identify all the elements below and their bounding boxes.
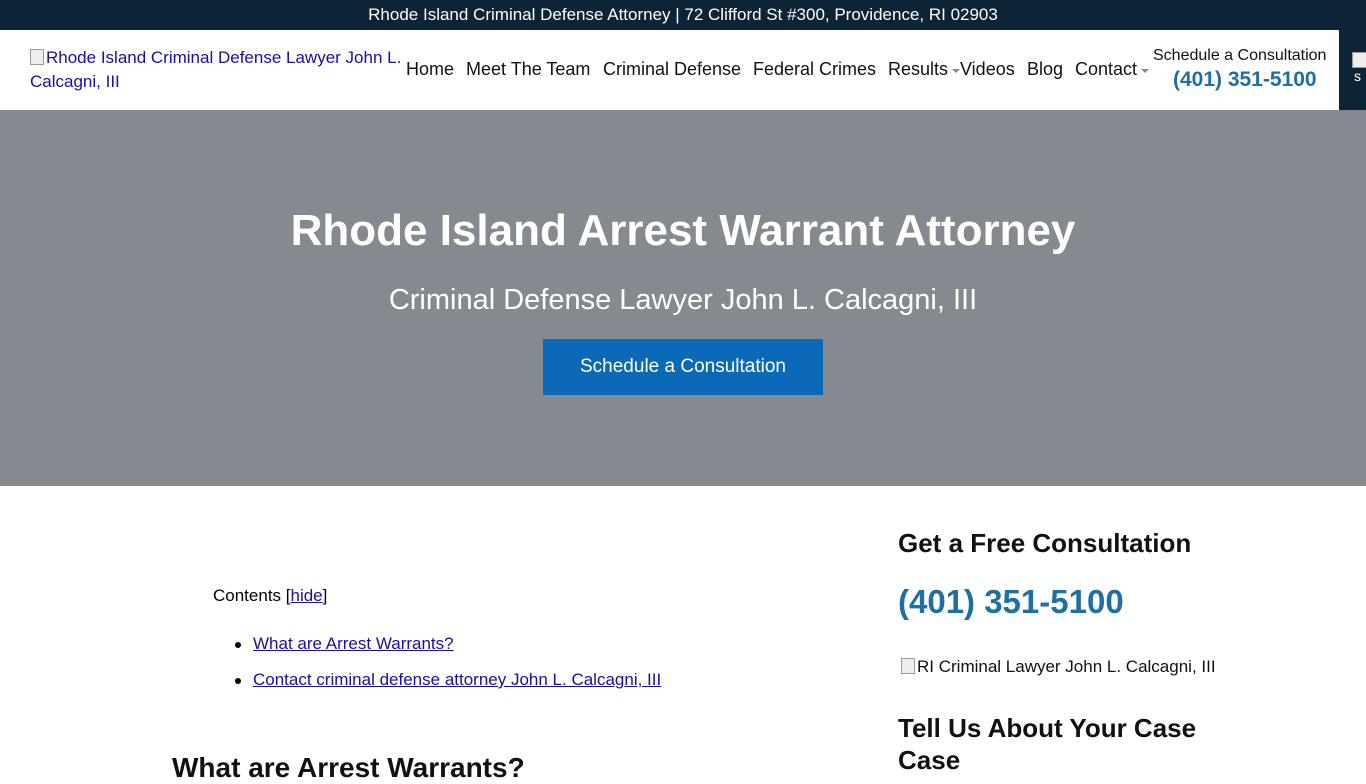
logo-alt-text: Rhode Island Criminal Defense Lawyer Joh… — [30, 48, 402, 91]
bullet-icon — [235, 678, 241, 684]
page-title: Rhode Island Arrest Warrant Attorney — [290, 206, 1076, 255]
site-logo[interactable]: Rhode Island Criminal Defense Lawyer Joh… — [30, 46, 430, 94]
aside-phone-link[interactable]: (401) 351-5100 — [898, 583, 1124, 621]
site-header: Rhode Island Criminal Defense Lawyer Joh… — [0, 30, 1366, 110]
toc-item: Contact criminal defense attorney John L… — [213, 670, 661, 706]
schedule-label[interactable]: Schedule a Consultation — [1153, 47, 1326, 65]
toc-link-contact-attorney[interactable]: Contact criminal defense attorney John L… — [253, 670, 661, 689]
toc-link-arrest-warrants[interactable]: What are Arrest Warrants? — [253, 634, 454, 653]
top-address-bar: Rhode Island Criminal Defense Attorney |… — [0, 0, 1366, 30]
hero-banner: Rhode Island Arrest Warrant Attorney Cri… — [0, 110, 1366, 486]
schedule-consultation-button[interactable]: Schedule a Consultation — [543, 339, 823, 395]
toc-label: Contents — [213, 586, 282, 605]
aside-title: Get a Free Consultation — [898, 528, 1192, 558]
photo-alt-text: RI Criminal Lawyer John L. Calcagni, III — [917, 657, 1216, 676]
hero-subtitle: Criminal Defense Lawyer John L. Calcagni… — [388, 284, 978, 316]
nav-item-results[interactable]: Results — [888, 59, 948, 80]
nav-item-meet-the-team[interactable]: Meet The Team — [466, 59, 590, 80]
broken-image-icon — [901, 658, 915, 674]
section-heading: What are Arrest Warrants? — [172, 752, 525, 783]
side-tab-text: s — [1354, 68, 1361, 84]
nav-item-videos[interactable]: Videos — [960, 59, 1015, 80]
toc-header: Contents [hide] — [213, 586, 328, 605]
side-tab[interactable]: s — [1339, 30, 1366, 110]
bullet-icon — [235, 642, 241, 648]
address-text: Rhode Island Criminal Defense Attorney |… — [368, 5, 998, 24]
contact-caret-icon[interactable] — [1141, 69, 1149, 73]
side-tab-image-icon — [1352, 52, 1366, 68]
nav-item-blog[interactable]: Blog — [1027, 59, 1063, 80]
nav-item-contact[interactable]: Contact — [1075, 59, 1137, 80]
nav-item-federal-crimes[interactable]: Federal Crimes — [753, 59, 876, 80]
nav-item-criminal-defense[interactable]: Criminal Defense — [603, 59, 741, 80]
broken-image-icon — [30, 49, 44, 65]
case-form-heading: Tell Us About Your Case Case — [898, 713, 1197, 775]
results-caret-icon[interactable] — [952, 69, 960, 73]
toc-hide-link[interactable]: hide — [291, 586, 323, 605]
toc-item: What are Arrest Warrants? — [213, 634, 661, 670]
attorney-photo: RI Criminal Lawyer John L. Calcagni, III — [901, 657, 1216, 677]
toc-list: What are Arrest Warrants? Contact crimin… — [213, 634, 661, 706]
header-phone-link[interactable]: (401) 351-5100 — [1173, 68, 1317, 92]
nav-item-home[interactable]: Home — [406, 59, 454, 80]
